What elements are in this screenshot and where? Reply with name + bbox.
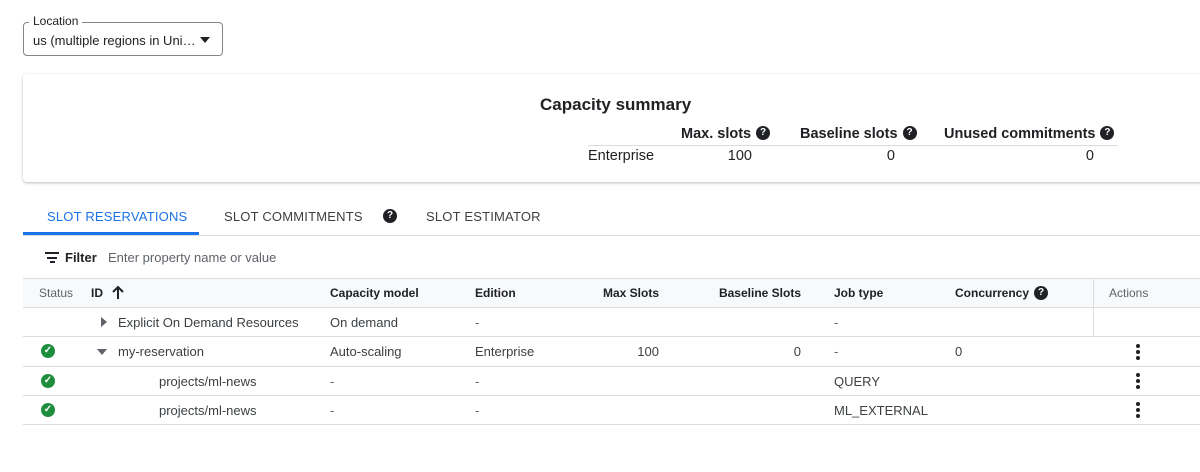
row-job-type: QUERY <box>834 374 880 389</box>
summary-baseline-slots: 0 <box>886 148 895 164</box>
row-edition: Enterprise <box>475 344 535 359</box>
help-icon[interactable]: ? <box>383 208 397 223</box>
summary-max-slots: 100 <box>727 148 752 164</box>
row-capacity-model: Auto-scaling <box>330 344 402 359</box>
row-concurrency: 0 <box>955 344 963 359</box>
baseline-slots-header: Baseline slots? <box>800 126 917 142</box>
help-icon[interactable]: ? <box>1100 126 1115 141</box>
unused-commitments-header: Unused commitments? <box>944 126 1115 142</box>
baseline-slots-header-label: Baseline slots <box>800 126 898 142</box>
more-actions-icon[interactable] <box>1136 373 1140 391</box>
status-ok-icon: ✓ <box>41 374 55 388</box>
column-id[interactable]: ID <box>91 286 103 300</box>
row-edition: - <box>475 374 480 389</box>
row-id[interactable]: my-reservation <box>118 344 204 359</box>
caret-down-icon[interactable] <box>200 37 210 43</box>
filter-icon[interactable] <box>45 252 59 263</box>
location-label: Location <box>29 14 83 28</box>
column-actions: Actions <box>1109 286 1149 300</box>
summary-unused-commitments: 0 <box>1085 148 1094 164</box>
table-top-border <box>23 278 1200 279</box>
tab-help[interactable]: ? <box>383 208 397 224</box>
filter-input[interactable] <box>105 246 511 268</box>
row-job-type: - <box>834 344 839 359</box>
row-id[interactable]: projects/ml-news <box>159 374 257 389</box>
header-divider <box>23 307 1200 308</box>
column-concurrency[interactable]: Concurrency? <box>955 285 1049 301</box>
help-icon[interactable]: ? <box>756 126 771 141</box>
max-slots-header: Max. slots? <box>681 126 771 142</box>
row-job-type: ML_EXTERNAL <box>834 403 928 418</box>
row-max-slots: 100 <box>637 344 659 359</box>
more-actions-icon[interactable] <box>1136 344 1140 362</box>
capacity-summary-title: Capacity summary <box>540 95 692 114</box>
help-icon[interactable]: ? <box>1034 285 1049 300</box>
row-id[interactable]: Explicit On Demand Resources <box>118 315 299 330</box>
row-edition: - <box>475 315 480 330</box>
tab-slot-estimator[interactable]: SLOT ESTIMATOR <box>426 209 541 224</box>
status-ok-icon: ✓ <box>41 403 55 417</box>
summary-edition: Enterprise <box>588 148 655 164</box>
row-capacity-model: - <box>330 403 335 418</box>
tab-slot-reservations[interactable]: SLOT RESERVATIONS <box>47 209 187 224</box>
collapse-icon[interactable] <box>97 349 107 355</box>
expand-icon[interactable] <box>101 317 107 327</box>
status-ok-icon: ✓ <box>41 344 55 358</box>
row-edition: - <box>475 403 480 418</box>
row-divider <box>23 395 1200 396</box>
help-icon[interactable]: ? <box>902 126 917 141</box>
row-job-type: - <box>834 315 839 330</box>
column-max-slots[interactable]: Max Slots <box>580 286 659 300</box>
row-divider <box>23 336 1200 337</box>
tab-slot-commitments[interactable]: SLOT COMMITMENTS <box>224 209 363 224</box>
unused-commitments-header-label: Unused commitments <box>944 126 1096 142</box>
row-baseline-slots: 0 <box>793 344 801 359</box>
column-job-type[interactable]: Job type <box>834 286 883 300</box>
row-divider <box>23 424 1200 425</box>
tabs-divider <box>23 235 1200 236</box>
max-slots-header-label: Max. slots <box>681 126 752 142</box>
column-baseline-slots[interactable]: Baseline Slots <box>700 286 801 300</box>
row-capacity-model: On demand <box>330 315 398 330</box>
filter-label: Filter <box>65 250 97 265</box>
column-concurrency-label: Concurrency <box>955 286 1030 300</box>
column-status[interactable]: Status <box>39 286 73 300</box>
column-edition[interactable]: Edition <box>475 286 516 300</box>
column-capacity-model[interactable]: Capacity model <box>330 286 419 300</box>
location-value[interactable]: us (multiple regions in Uni… <box>33 33 196 48</box>
row-id[interactable]: projects/ml-news <box>159 403 257 418</box>
more-actions-icon[interactable] <box>1136 402 1140 420</box>
actions-column-divider <box>1093 278 1094 336</box>
row-divider <box>23 366 1200 367</box>
row-capacity-model: - <box>330 374 335 389</box>
summary-divider <box>588 145 1118 146</box>
sort-ascending-icon[interactable] <box>111 285 125 300</box>
